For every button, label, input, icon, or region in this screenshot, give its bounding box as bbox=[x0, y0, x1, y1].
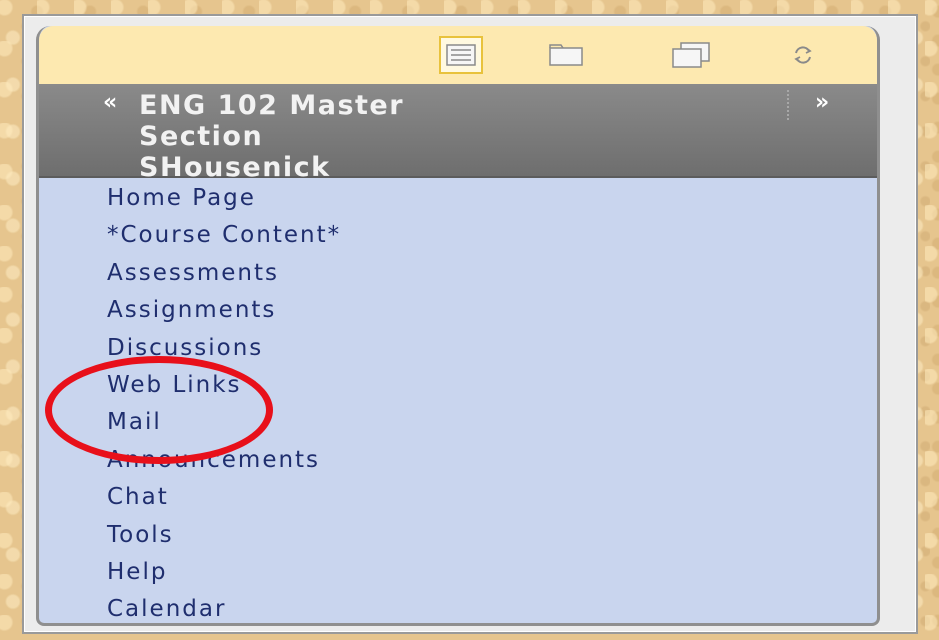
windows-view-button[interactable] bbox=[669, 36, 713, 74]
menu-item-assessments[interactable]: Assessments bbox=[39, 255, 877, 292]
menu-item-mail[interactable]: Mail bbox=[39, 404, 877, 441]
menu-item-help[interactable]: Help bbox=[39, 554, 877, 591]
list-view-button[interactable] bbox=[439, 36, 483, 74]
course-menu-panel: « ENG 102 Master Section SHousenick » Ho… bbox=[36, 26, 880, 626]
collapse-icon[interactable]: « bbox=[103, 90, 117, 116]
menu-item-home-page[interactable]: Home Page bbox=[39, 180, 877, 217]
course-title-line: SHousenick bbox=[139, 152, 331, 183]
folder-icon bbox=[549, 44, 583, 66]
menu-item-web-links[interactable]: Web Links bbox=[39, 367, 877, 404]
list-view-icon bbox=[446, 44, 476, 66]
course-menu: Home Page *Course Content* Assessments A… bbox=[39, 180, 877, 623]
course-title-line: Section bbox=[139, 121, 264, 152]
course-title: ENG 102 Master Section SHousenick bbox=[139, 90, 699, 183]
menu-item-chat[interactable]: Chat bbox=[39, 479, 877, 516]
menu-item-assignments[interactable]: Assignments bbox=[39, 292, 877, 329]
refresh-icon bbox=[794, 46, 812, 64]
header-divider bbox=[787, 90, 789, 120]
menu-item-announcements[interactable]: Announcements bbox=[39, 442, 877, 479]
course-title-line: ENG 102 Master bbox=[139, 90, 405, 121]
menu-item-discussions[interactable]: Discussions bbox=[39, 330, 877, 367]
expand-icon[interactable]: » bbox=[815, 90, 829, 116]
folder-view-button[interactable] bbox=[544, 36, 588, 74]
course-header: « ENG 102 Master Section SHousenick » bbox=[39, 84, 877, 183]
windows-icon bbox=[672, 42, 710, 68]
menu-item-course-content[interactable]: *Course Content* bbox=[39, 217, 877, 254]
refresh-button[interactable] bbox=[781, 36, 825, 74]
view-toolbar bbox=[39, 26, 877, 84]
menu-item-calendar[interactable]: Calendar bbox=[39, 591, 877, 623]
menu-item-tools[interactable]: Tools bbox=[39, 517, 877, 554]
